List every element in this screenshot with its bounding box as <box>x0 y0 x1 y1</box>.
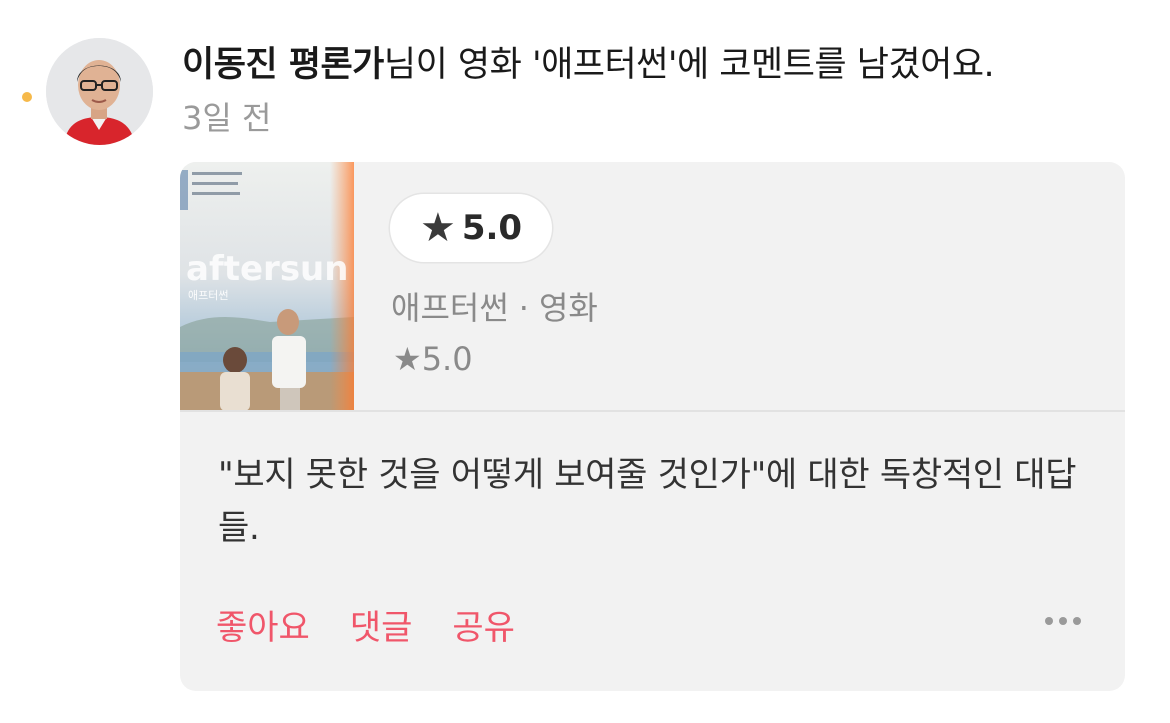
svg-text:aftersun: aftersun <box>186 249 348 289</box>
unread-indicator <box>22 92 32 102</box>
action-bar: 좋아요 댓글 공유 <box>216 606 515 650</box>
notification-message: 님이 영화 '애프터썬'에 코멘트를 남겼어요. <box>383 45 995 85</box>
avatar-image <box>46 38 153 145</box>
rating-value: 5.0 <box>461 208 523 248</box>
avatar[interactable] <box>46 38 153 145</box>
more-dot <box>1059 617 1067 625</box>
movie-poster[interactable]: aftersun 애프터썬 <box>180 162 354 411</box>
timestamp: 3일 전 <box>182 99 272 137</box>
rating-badge: ★ 5.0 <box>390 194 552 262</box>
card-divider <box>180 410 1125 412</box>
star-icon: ★ <box>419 205 456 251</box>
poster-image: aftersun 애프터썬 <box>180 162 354 411</box>
like-button[interactable]: 좋아요 <box>216 606 310 650</box>
more-icon[interactable] <box>1045 617 1081 625</box>
actor-name[interactable]: 이동진 평론가 <box>182 45 384 85</box>
share-button[interactable]: 공유 <box>452 606 515 650</box>
comment-button[interactable]: 댓글 <box>350 606 413 650</box>
more-dot <box>1045 617 1053 625</box>
comment-text[interactable]: "보지 못한 것을 어떻게 보여줄 것인가"에 대한 독창적인 대답들. <box>218 449 1078 555</box>
more-dot <box>1073 617 1081 625</box>
movie-title[interactable]: 애프터썬 <box>391 289 509 327</box>
svg-text:애프터썬: 애프터썬 <box>188 289 228 302</box>
movie-meta: 애프터썬 · 영화 <box>391 286 598 330</box>
content-category: 영화 <box>538 289 598 327</box>
meta-separator: · <box>518 289 529 327</box>
movie-rating-line: ★5.0 <box>393 340 473 378</box>
comment-card[interactable]: aftersun 애프터썬 ★ 5.0 애프터썬 · 영화 ★5.0 "보지 못한 … <box>180 162 1125 691</box>
notification-headline: 이동진 평론가님이 영화 '애프터썬'에 코멘트를 남겼어요. <box>182 40 1130 90</box>
